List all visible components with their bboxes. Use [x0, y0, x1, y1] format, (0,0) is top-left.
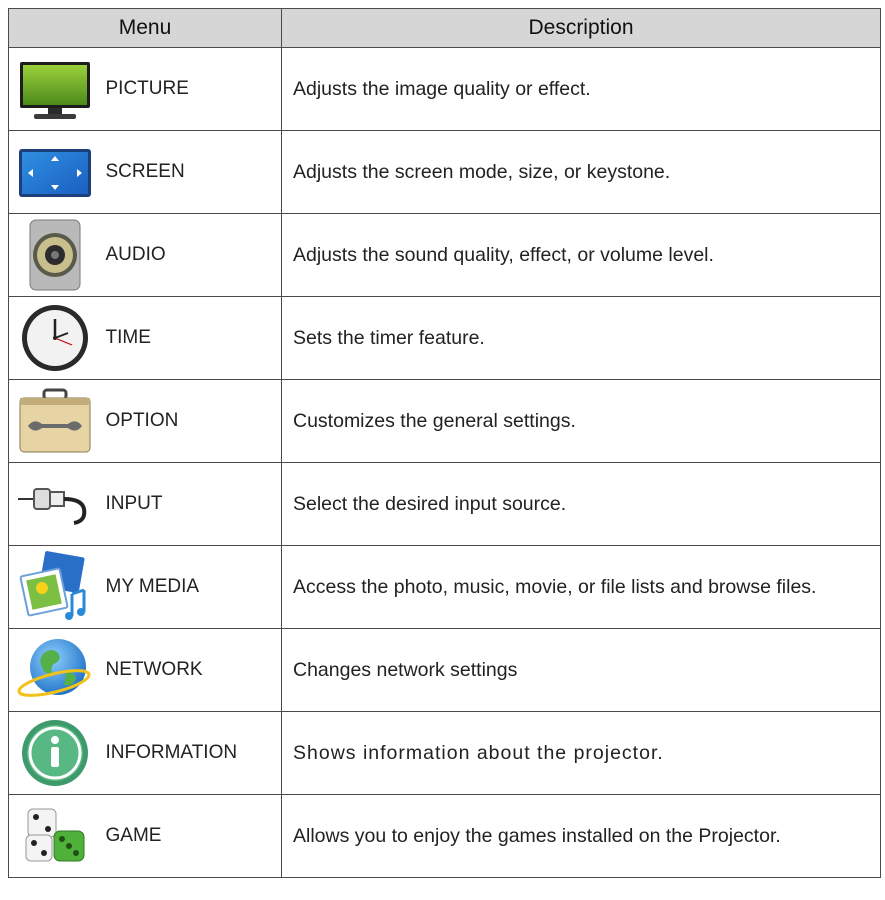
table-row-time: TIME Sets the timer feature.: [8, 296, 881, 380]
menu-name: TIME: [100, 296, 282, 380]
menu-description: Access the photo, music, movie, or file …: [281, 545, 881, 629]
menu-name: GAME: [100, 794, 282, 878]
toolbox-wrench-icon: [16, 384, 94, 458]
menu-name: SCREEN: [100, 130, 282, 214]
table-row-game: GAME Allows you to enjoy the games insta…: [8, 794, 881, 878]
menu-description: Customizes the general settings.: [281, 379, 881, 463]
menu-table: Menu Description PICTURE Adjusts the ima…: [8, 8, 881, 878]
menu-name: INPUT: [100, 462, 282, 546]
menu-description: Sets the timer feature.: [281, 296, 881, 380]
menu-name: NETWORK: [100, 628, 282, 712]
menu-description: Adjusts the image quality or effect.: [281, 47, 881, 131]
menu-description: Shows information about the projector.: [281, 711, 881, 795]
menu-description: Allows you to enjoy the games installed …: [281, 794, 881, 878]
menu-name: INFORMATION: [100, 711, 282, 795]
menu-description: Changes network settings: [281, 628, 881, 712]
cable-plug-icon: [16, 467, 94, 541]
menu-name: AUDIO: [100, 213, 282, 297]
table-row-option: OPTION Customizes the general settings.: [8, 379, 881, 463]
monitor-icon: [16, 52, 94, 126]
menu-description: Adjusts the screen mode, size, or keysto…: [281, 130, 881, 214]
screen-arrows-icon: [16, 135, 94, 209]
table-row-audio: AUDIO Adjusts the sound quality, effect,…: [8, 213, 881, 297]
menu-column-header: Menu: [8, 8, 282, 48]
menu-name: OPTION: [100, 379, 282, 463]
table-row-input: INPUT Select the desired input source.: [8, 462, 881, 546]
table-row-information: INFORMATION Shows information about the …: [8, 711, 881, 795]
menu-name: PICTURE: [100, 47, 282, 131]
table-row-network: NETWORK Changes network settings: [8, 628, 881, 712]
table-row-picture: PICTURE Adjusts the image quality or eff…: [8, 47, 881, 131]
menu-description: Adjusts the sound quality, effect, or vo…: [281, 213, 881, 297]
clock-icon: [16, 301, 94, 375]
speaker-icon: [16, 218, 94, 292]
table-row-my-media: MY MEDIA Access the photo, music, movie,…: [8, 545, 881, 629]
media-files-icon: [16, 550, 94, 624]
menu-description: Select the desired input source.: [281, 462, 881, 546]
table-row-screen: SCREEN Adjusts the screen mode, size, or…: [8, 130, 881, 214]
menu-name: MY MEDIA: [100, 545, 282, 629]
dice-icon: [16, 799, 94, 873]
table-header-row: Menu Description: [8, 8, 881, 48]
description-column-header: Description: [281, 8, 881, 48]
globe-icon: [16, 633, 94, 707]
info-icon: [16, 716, 94, 790]
